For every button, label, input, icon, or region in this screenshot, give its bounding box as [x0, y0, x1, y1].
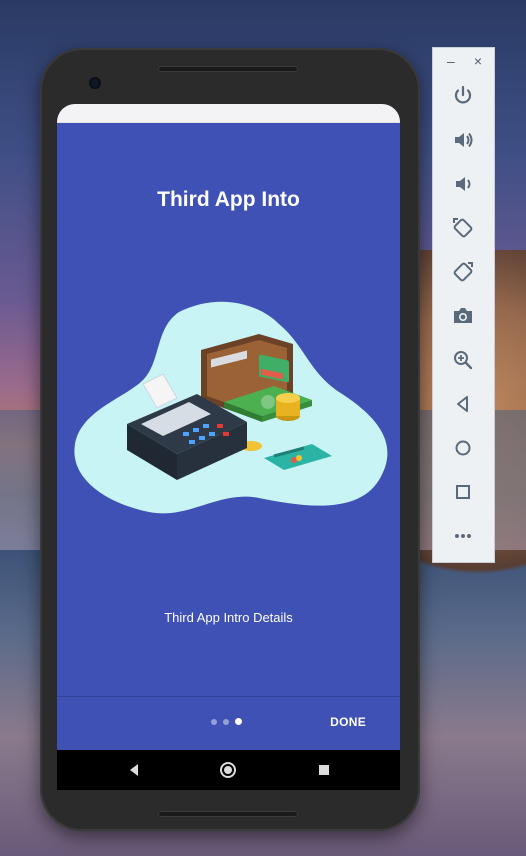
bottom-speaker	[158, 811, 298, 817]
app-screen: Third App Into Third App Intro Details D…	[57, 104, 400, 790]
power-icon[interactable]	[451, 84, 475, 108]
rotate-left-icon[interactable]	[451, 216, 475, 240]
page-dot-1[interactable]	[211, 718, 217, 725]
bottom-divider	[57, 696, 400, 697]
close-button[interactable]: ×	[474, 54, 482, 68]
android-nav-bar	[57, 750, 400, 790]
nav-recents-icon[interactable]	[315, 761, 333, 779]
volume-down-icon[interactable]	[451, 172, 475, 196]
more-icon[interactable]	[451, 524, 475, 548]
intro-details: Third App Intro Details	[164, 610, 293, 625]
front-camera	[89, 77, 101, 89]
camera-icon[interactable]	[451, 304, 475, 328]
volume-up-icon[interactable]	[451, 128, 475, 152]
overview-icon[interactable]	[451, 480, 475, 504]
done-button[interactable]: DONE	[330, 715, 366, 729]
home-icon[interactable]	[451, 436, 475, 460]
intro-title: Third App Into	[157, 188, 300, 211]
back-icon[interactable]	[451, 392, 475, 416]
page-dot-2[interactable]	[223, 718, 229, 725]
emulator-sidebar: – ×	[432, 47, 495, 563]
earpiece-speaker	[158, 66, 298, 72]
page-indicator	[211, 718, 242, 725]
rotate-right-icon[interactable]	[451, 260, 475, 284]
nav-home-icon[interactable]	[219, 761, 237, 779]
page-dot-3-active[interactable]	[235, 718, 242, 725]
minimize-button[interactable]: –	[447, 54, 455, 68]
sidebar-window-controls: – ×	[443, 54, 484, 68]
zoom-icon[interactable]	[451, 348, 475, 372]
status-bar	[57, 104, 400, 123]
wallet-payment-illustration	[74, 301, 388, 514]
nav-back-icon[interactable]	[125, 761, 143, 779]
